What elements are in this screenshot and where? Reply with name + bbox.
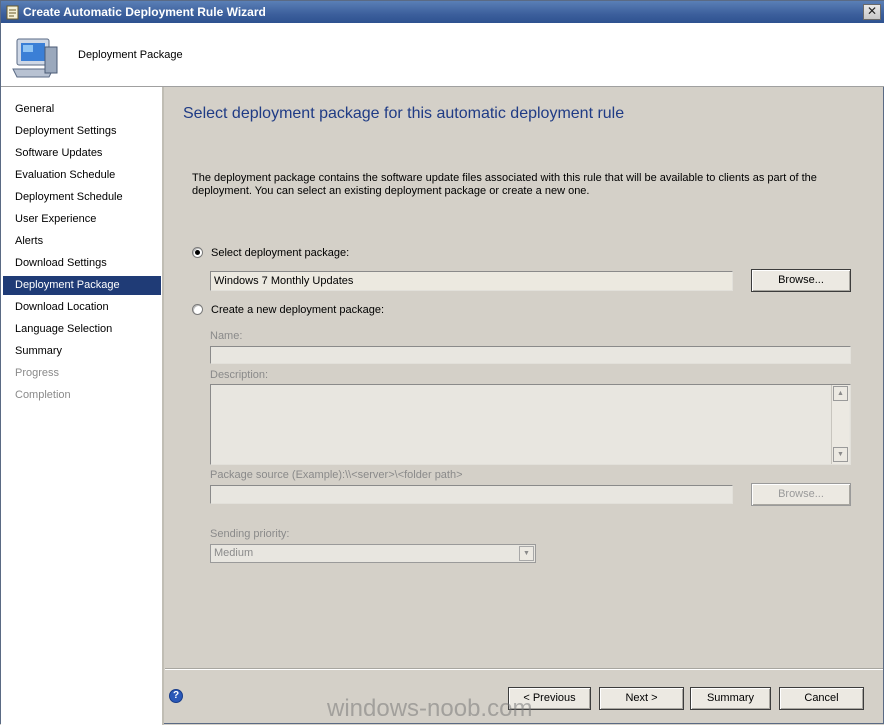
nav-item-deployment-package[interactable]: Deployment Package: [3, 276, 161, 295]
scroll-down-arrow-icon[interactable]: ▼: [833, 447, 848, 462]
wizard-app-icon: [6, 5, 19, 20]
wizard-nav: General Deployment Settings Software Upd…: [1, 87, 164, 725]
description-label: Description:: [210, 369, 269, 381]
help-icon[interactable]: ?: [169, 689, 183, 703]
nav-item-alerts[interactable]: Alerts: [3, 232, 161, 251]
description-textarea[interactable]: ▲ ▼: [210, 384, 851, 465]
nav-item-deployment-settings[interactable]: Deployment Settings: [3, 122, 161, 141]
radio-checked-dot: [195, 250, 200, 255]
nav-item-software-updates[interactable]: Software Updates: [3, 144, 161, 163]
section-description: The deployment package contains the soft…: [192, 172, 817, 197]
package-source-input[interactable]: [210, 485, 733, 504]
name-input[interactable]: [210, 346, 851, 364]
nav-item-evaluation-schedule[interactable]: Evaluation Schedule: [3, 166, 161, 185]
selected-package-field[interactable]: Windows 7 Monthly Updates: [210, 271, 733, 291]
summary-button[interactable]: Summary: [690, 687, 771, 710]
sending-priority-value: Medium: [214, 547, 254, 559]
nav-item-user-experience[interactable]: User Experience: [3, 210, 161, 229]
nav-item-general[interactable]: General: [3, 100, 161, 119]
close-button[interactable]: ✕: [863, 4, 881, 20]
sending-priority-label: Sending priority:: [210, 528, 290, 540]
wizard-header: Deployment Package: [1, 23, 884, 87]
next-button[interactable]: Next >: [599, 687, 684, 710]
site-watermark: windows-noob.com: [327, 695, 533, 722]
nav-item-download-location[interactable]: Download Location: [3, 298, 161, 317]
nav-item-download-settings[interactable]: Download Settings: [3, 254, 161, 273]
wizard-window: Create Automatic Deployment Rule Wizard …: [0, 0, 884, 725]
select-package-label[interactable]: Select deployment package:: [211, 247, 349, 259]
create-package-label[interactable]: Create a new deployment package:: [211, 304, 384, 316]
chevron-down-icon[interactable]: ▼: [519, 546, 534, 561]
computer-wizard-icon: [12, 38, 58, 78]
nav-item-progress: Progress: [15, 367, 60, 379]
window-title: Create Automatic Deployment Rule Wizard: [23, 5, 266, 19]
nav-item-summary[interactable]: Summary: [3, 342, 161, 361]
package-source-label: Package source (Example):\\<server>\<fol…: [210, 469, 463, 481]
nav-item-completion: Completion: [15, 389, 71, 401]
page-title: Deployment Package: [78, 49, 183, 61]
cancel-button[interactable]: Cancel: [779, 687, 864, 710]
browse-source-button[interactable]: Browse...: [751, 483, 851, 506]
browse-package-button[interactable]: Browse...: [751, 269, 851, 292]
name-label: Name:: [210, 330, 243, 342]
create-package-radio[interactable]: [192, 304, 203, 315]
footer-divider: [165, 668, 883, 669]
select-package-radio[interactable]: [192, 247, 203, 258]
sending-priority-select[interactable]: Medium ▼: [210, 544, 536, 563]
nav-item-language-selection[interactable]: Language Selection: [3, 320, 161, 339]
section-heading: Select deployment package for this autom…: [183, 105, 625, 122]
scroll-up-arrow-icon[interactable]: ▲: [833, 386, 848, 401]
nav-item-deployment-schedule[interactable]: Deployment Schedule: [3, 188, 161, 207]
description-scrollbar[interactable]: ▲ ▼: [831, 385, 849, 464]
title-bar[interactable]: Create Automatic Deployment Rule Wizard …: [1, 1, 884, 23]
